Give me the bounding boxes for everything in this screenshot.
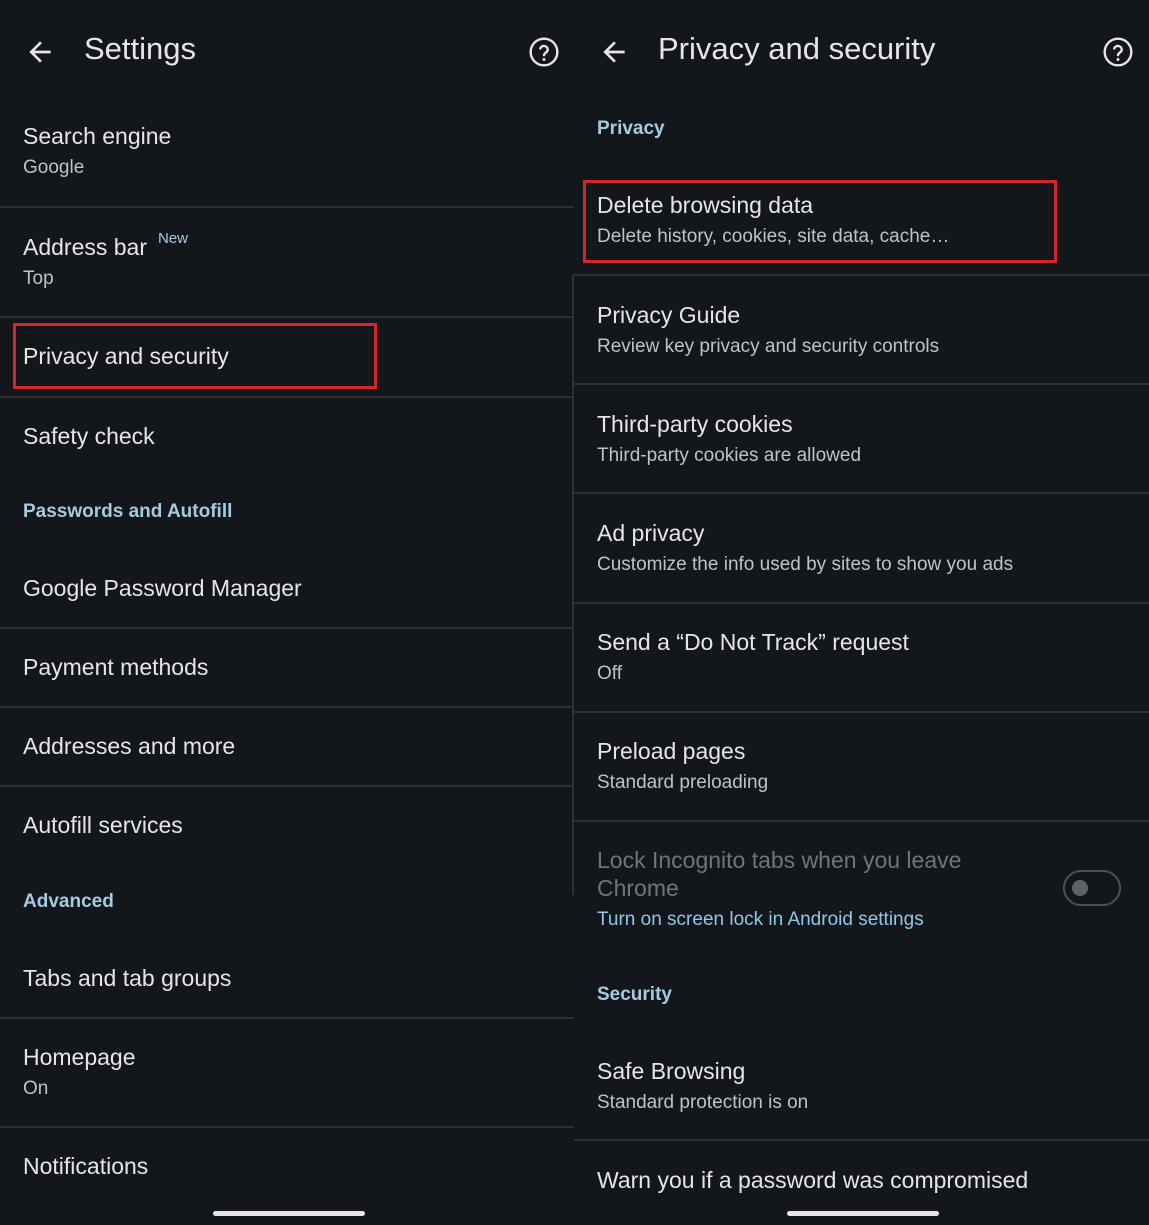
- item-title: Preload pages: [597, 738, 746, 764]
- privacy-app-bar: Privacy and security: [574, 0, 1149, 100]
- privacy-item-password-leak-warning[interactable]: Warn you if a password was compromised: [574, 1141, 1149, 1211]
- item-title: Safety check: [23, 423, 155, 449]
- settings-item-autofill-services[interactable]: Autofill services: [0, 787, 574, 864]
- help-circle-icon[interactable]: [528, 36, 560, 68]
- privacy-item-lock-incognito[interactable]: Lock Incognito tabs when you leave Chrom…: [574, 822, 1149, 952]
- toggle-knob: [1072, 880, 1088, 896]
- settings-item-password-manager[interactable]: Google Password Manager: [0, 550, 574, 627]
- item-title: Address bar: [23, 234, 148, 260]
- settings-item-payment-methods[interactable]: Payment methods: [0, 629, 574, 706]
- gesture-nav-bar[interactable]: [787, 1211, 939, 1216]
- item-subtitle: Review key privacy and security controls: [597, 336, 940, 357]
- settings-item-addresses[interactable]: Addresses and more: [0, 708, 574, 785]
- item-subtitle: Off: [597, 663, 622, 684]
- settings-item-notifications[interactable]: Notifications: [0, 1128, 574, 1208]
- highlight-box: [13, 323, 377, 389]
- item-title: Homepage: [23, 1044, 136, 1070]
- privacy-item-ad-privacy[interactable]: Ad privacy Customize the info used by si…: [574, 494, 1149, 602]
- privacy-item-preload-pages[interactable]: Preload pages Standard preloading: [574, 713, 1149, 820]
- item-title: Ad privacy: [597, 520, 705, 546]
- item-title: Search engine: [23, 123, 172, 149]
- section-header-passwords: Passwords and Autofill: [23, 501, 233, 522]
- settings-item-homepage[interactable]: Homepage On: [0, 1019, 574, 1126]
- section-header-security: Security: [597, 984, 672, 1005]
- settings-item-address-bar[interactable]: Address bar New Top: [0, 208, 574, 316]
- page-title: Privacy and security: [658, 31, 936, 66]
- privacy-panel: Privacy and security Privacy Delete brow…: [574, 0, 1149, 1225]
- privacy-item-third-party-cookies[interactable]: Third-party cookies Third-party cookies …: [574, 385, 1149, 492]
- item-title-line2: Chrome: [597, 875, 679, 901]
- item-title: Addresses and more: [23, 733, 236, 759]
- item-title: Notifications: [23, 1153, 149, 1179]
- panel-separator: [572, 275, 574, 895]
- item-subtitle: Top: [23, 268, 54, 289]
- gesture-nav-bar[interactable]: [213, 1211, 365, 1216]
- privacy-item-do-not-track[interactable]: Send a “Do Not Track” request Off: [574, 604, 1149, 711]
- settings-item-safety-check[interactable]: Safety check: [0, 398, 574, 474]
- settings-app-bar: Settings: [0, 0, 574, 100]
- item-title: Send a “Do Not Track” request: [597, 629, 909, 655]
- item-title: Warn you if a password was compromised: [597, 1167, 1029, 1193]
- item-subtitle: Standard preloading: [597, 772, 769, 793]
- item-title: Google Password Manager: [23, 575, 302, 601]
- item-subtitle: On: [23, 1078, 49, 1099]
- section-header-advanced: Advanced: [23, 891, 114, 912]
- settings-panel: Settings Search engine Google Address ba…: [0, 0, 574, 1225]
- item-subtitle: Third-party cookies are allowed: [597, 445, 862, 466]
- section-header-privacy: Privacy: [597, 118, 665, 139]
- settings-item-search-engine[interactable]: Search engine Google: [0, 100, 574, 206]
- item-title: Payment methods: [23, 654, 209, 680]
- item-title: Privacy Guide: [597, 302, 741, 328]
- item-title: Third-party cookies: [597, 411, 793, 437]
- item-subtitle: Google: [23, 157, 85, 178]
- help-circle-icon[interactable]: [1102, 36, 1134, 68]
- settings-item-tabs[interactable]: Tabs and tab groups: [0, 940, 574, 1017]
- item-subtitle: Standard protection is on: [597, 1092, 809, 1113]
- privacy-item-safe-browsing[interactable]: Safe Browsing Standard protection is on: [574, 1032, 1149, 1139]
- lock-incognito-toggle[interactable]: [1063, 870, 1121, 906]
- back-arrow-icon[interactable]: [598, 36, 630, 68]
- back-arrow-icon[interactable]: [24, 36, 56, 68]
- item-title: Autofill services: [23, 812, 183, 838]
- screen-lock-settings-link[interactable]: Turn on screen lock in Android settings: [597, 909, 924, 931]
- page-title: Settings: [84, 31, 197, 66]
- highlight-box: [583, 180, 1057, 263]
- item-subtitle: Customize the info used by sites to show…: [597, 554, 1014, 575]
- new-badge: New: [158, 230, 189, 247]
- item-title: Safe Browsing: [597, 1058, 746, 1084]
- item-title-line1: Lock Incognito tabs when you leave: [597, 847, 962, 873]
- privacy-item-privacy-guide[interactable]: Privacy Guide Review key privacy and sec…: [574, 276, 1149, 383]
- item-title: Tabs and tab groups: [23, 965, 232, 991]
